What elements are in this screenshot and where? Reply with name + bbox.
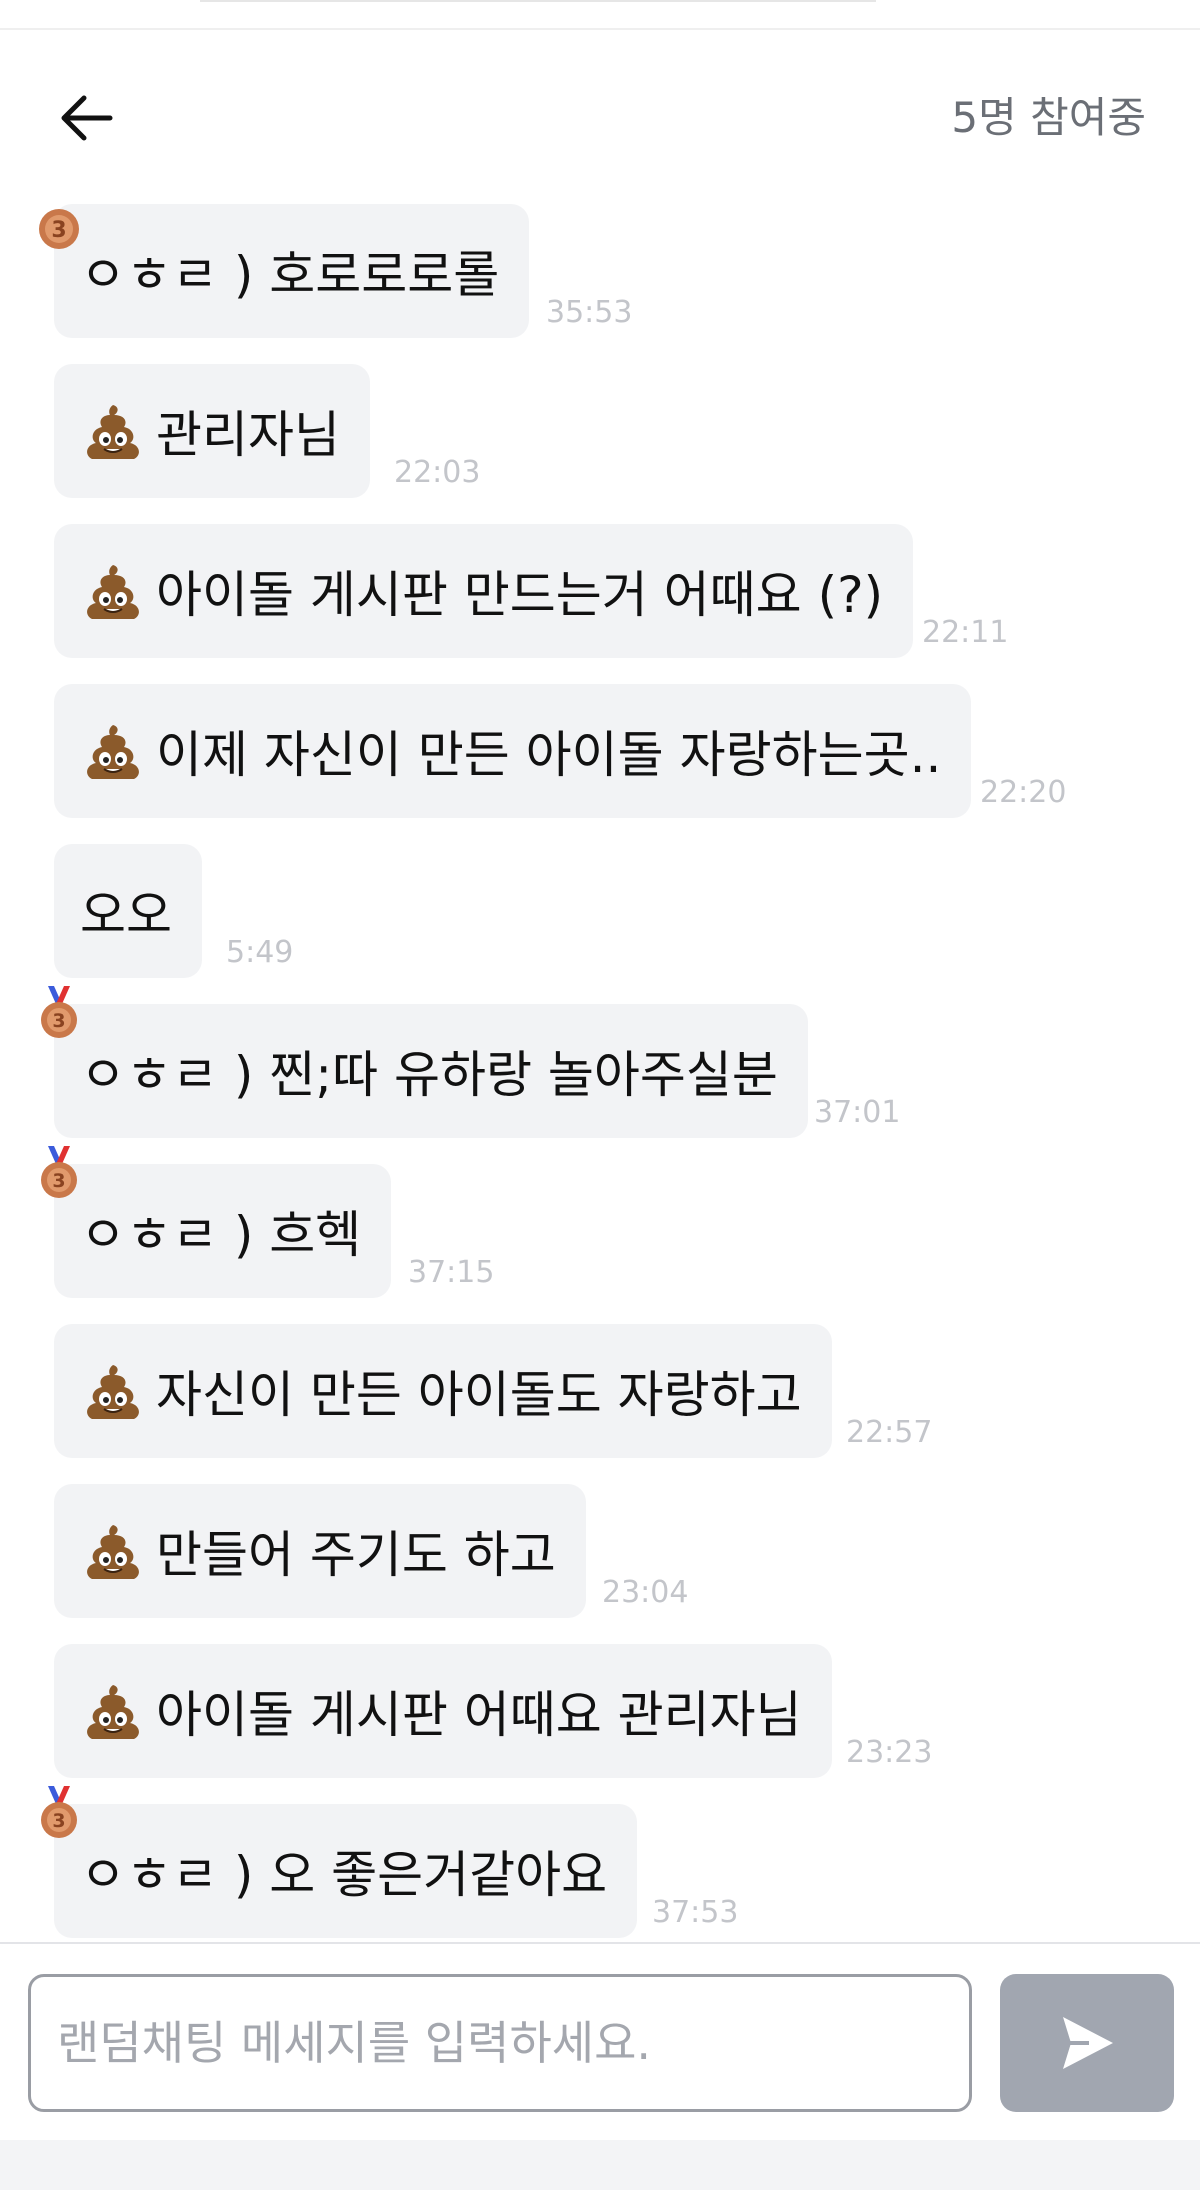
poop-emoji bbox=[87, 405, 139, 459]
message-time: 37:01 bbox=[814, 1095, 901, 1130]
back-button[interactable] bbox=[52, 88, 120, 148]
message-bubble[interactable]: ㅇㅎㄹ ) 찐;따 유하랑 놀아주실분 3 bbox=[41, 986, 808, 1138]
message-text: 오오 bbox=[80, 886, 172, 944]
message-item: ㅇㅎㄹ ) 찐;따 유하랑 놀아주실분 3 37:01 bbox=[41, 986, 900, 1138]
message-time: 22:11 bbox=[922, 615, 1009, 650]
svg-text:3: 3 bbox=[52, 1810, 65, 1832]
message-time: 35:53 bbox=[546, 295, 633, 330]
bronze-medal-3-icon: 3 bbox=[41, 1786, 77, 1838]
message-text: ㅇㅎㄹ ) 찐;따 유하랑 놀아주실분 bbox=[80, 1046, 778, 1104]
message-bubble[interactable]: 만들어 주기도 하고 bbox=[54, 1484, 586, 1618]
svg-text:3: 3 bbox=[52, 1170, 65, 1192]
drag-handle bbox=[200, 0, 876, 2]
message-item: 아이돌 게시판 어때요 관리자님 23:23 bbox=[54, 1644, 932, 1778]
send-icon bbox=[1063, 2017, 1113, 2069]
message-bubble[interactable]: ㅇㅎㄹ ) 오 좋은거같아요 3 bbox=[41, 1786, 638, 1938]
message-list[interactable]: ㅇㅎㄹ ) 호로로로롤 3 35:53 관리자님 22:03 아이돌 게시판 만… bbox=[0, 200, 1200, 1942]
bronze-medal-3-icon: 3 bbox=[41, 986, 77, 1038]
message-time: 23:04 bbox=[602, 1575, 689, 1610]
message-bubble[interactable]: 이제 자신이 만든 아이돌 자랑하는곳.. bbox=[54, 684, 972, 818]
message-input-bar bbox=[0, 1942, 1200, 2140]
bottom-strip bbox=[0, 2140, 1200, 2190]
svg-text:3: 3 bbox=[51, 218, 66, 243]
message-text: 자신이 만든 아이돌도 자랑하고 bbox=[156, 1366, 802, 1424]
message-bubble[interactable]: ㅇㅎㄹ ) 흐헥 3 bbox=[41, 1146, 392, 1298]
participant-count: 5명 참여중 bbox=[951, 93, 1146, 142]
poop-emoji bbox=[87, 725, 139, 779]
message-item: ㅇㅎㄹ ) 흐헥 3 37:15 bbox=[41, 1146, 494, 1298]
message-text: ㅇㅎㄹ ) 호로로로롤 bbox=[80, 246, 500, 304]
message-text: 이제 자신이 만든 아이돌 자랑하는곳.. bbox=[156, 726, 942, 784]
message-text: 관리자님 bbox=[156, 406, 340, 464]
message-item: 아이돌 게시판 만드는거 어때요 (?) 22:11 bbox=[54, 524, 1008, 658]
message-bubble[interactable]: 자신이 만든 아이돌도 자랑하고 bbox=[54, 1324, 832, 1458]
message-time: 37:53 bbox=[652, 1895, 739, 1930]
message-text: 아이돌 게시판 만드는거 어때요 (?) bbox=[156, 566, 884, 624]
arrow-left-icon bbox=[61, 95, 113, 141]
message-bubble[interactable]: 관리자님 bbox=[54, 364, 370, 498]
send-button[interactable] bbox=[1000, 1974, 1174, 2112]
message-text: 아이돌 게시판 어때요 관리자님 bbox=[156, 1686, 802, 1744]
top-strip bbox=[0, 0, 1200, 30]
message-item: 만들어 주기도 하고 23:04 bbox=[54, 1484, 688, 1618]
message-item: 이제 자신이 만든 아이돌 자랑하는곳.. 22:20 bbox=[54, 684, 1066, 818]
message-text: ㅇㅎㄹ ) 오 좋은거같아요 bbox=[80, 1846, 608, 1904]
bronze-medal-3-icon: 3 bbox=[41, 1146, 77, 1198]
bronze-medal-3-icon: 3 bbox=[39, 209, 79, 249]
message-text: 만들어 주기도 하고 bbox=[156, 1526, 556, 1584]
message-bubble[interactable]: 오오 bbox=[54, 844, 202, 978]
message-item: ㅇㅎㄹ ) 호로로로롤 3 35:53 bbox=[39, 204, 632, 338]
message-bubble[interactable]: ㅇㅎㄹ ) 호로로로롤 3 bbox=[39, 204, 530, 338]
message-item: 오오 5:49 bbox=[54, 844, 293, 978]
message-time: 5:49 bbox=[226, 935, 294, 970]
message-time: 23:23 bbox=[846, 1735, 933, 1770]
message-time: 22:57 bbox=[846, 1415, 933, 1450]
message-item: 관리자님 22:03 bbox=[54, 364, 480, 498]
chat-header: 5명 참여중 bbox=[0, 30, 1200, 200]
svg-text:3: 3 bbox=[52, 1010, 65, 1032]
poop-emoji bbox=[87, 1365, 139, 1419]
message-item: 자신이 만든 아이돌도 자랑하고 22:57 bbox=[54, 1324, 932, 1458]
message-time: 37:15 bbox=[408, 1255, 495, 1290]
message-input[interactable] bbox=[28, 1974, 972, 2112]
message-item: ㅇㅎㄹ ) 오 좋은거같아요 3 37:53 bbox=[41, 1786, 738, 1938]
message-text: ㅇㅎㄹ ) 흐헥 bbox=[80, 1206, 362, 1264]
poop-emoji bbox=[87, 1685, 139, 1739]
poop-emoji bbox=[87, 565, 139, 619]
message-bubble[interactable]: 아이돌 게시판 만드는거 어때요 (?) bbox=[54, 524, 914, 658]
message-time: 22:03 bbox=[394, 455, 481, 490]
message-time: 22:20 bbox=[980, 775, 1067, 810]
message-bubble[interactable]: 아이돌 게시판 어때요 관리자님 bbox=[54, 1644, 832, 1778]
poop-emoji bbox=[87, 1525, 139, 1579]
random-chat-screen: 5명 참여중 ㅇㅎㄹ ) 호로로로롤 3 35:53 관리자님 22:03 아이… bbox=[0, 0, 1200, 2190]
